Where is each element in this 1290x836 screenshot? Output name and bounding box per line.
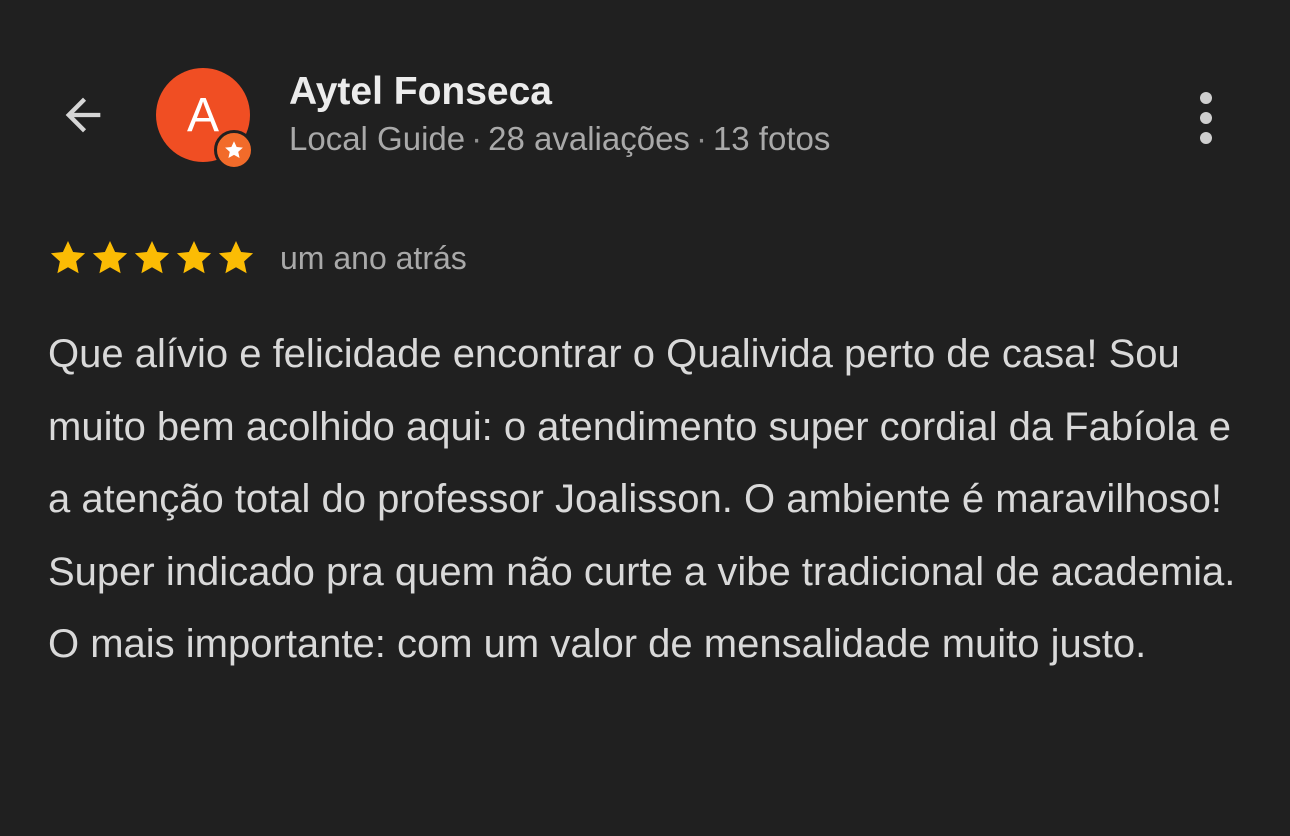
arrow-left-icon [65,97,101,133]
rating-row: um ano atrás [48,236,467,280]
local-guide-badge [214,130,254,170]
star-icon [218,241,254,274]
photo-count: 13 fotos [712,120,831,157]
more-vertical-icon-dot [1200,132,1212,144]
more-vertical-icon [1200,92,1212,104]
review-text: Que alívio e felicidade encontrar o Qual… [48,332,1236,666]
star-icon [225,141,243,158]
meta-separator: · [471,120,483,157]
review-count: 28 avaliações [488,120,690,157]
back-button[interactable] [50,82,116,148]
star-rating [48,238,256,278]
star-icon [92,241,128,274]
meta-separator: · [695,120,707,157]
star-icon [134,241,170,274]
review-header: A Aytel Fonseca Local Guide · 28 avaliaçõe… [0,60,1290,172]
user-meta: Local Guide · 28 avaliações · 13 fotos [289,120,830,158]
more-vertical-icon-dot [1200,112,1212,124]
user-name[interactable]: Aytel Fonseca [289,70,552,114]
avatar[interactable]: A [156,68,254,170]
star-icon [50,241,86,274]
star-icon [176,241,212,274]
more-options-button[interactable] [1176,82,1236,154]
review-time: um ano atrás [280,239,467,276]
local-guide-label: Local Guide [289,120,466,157]
